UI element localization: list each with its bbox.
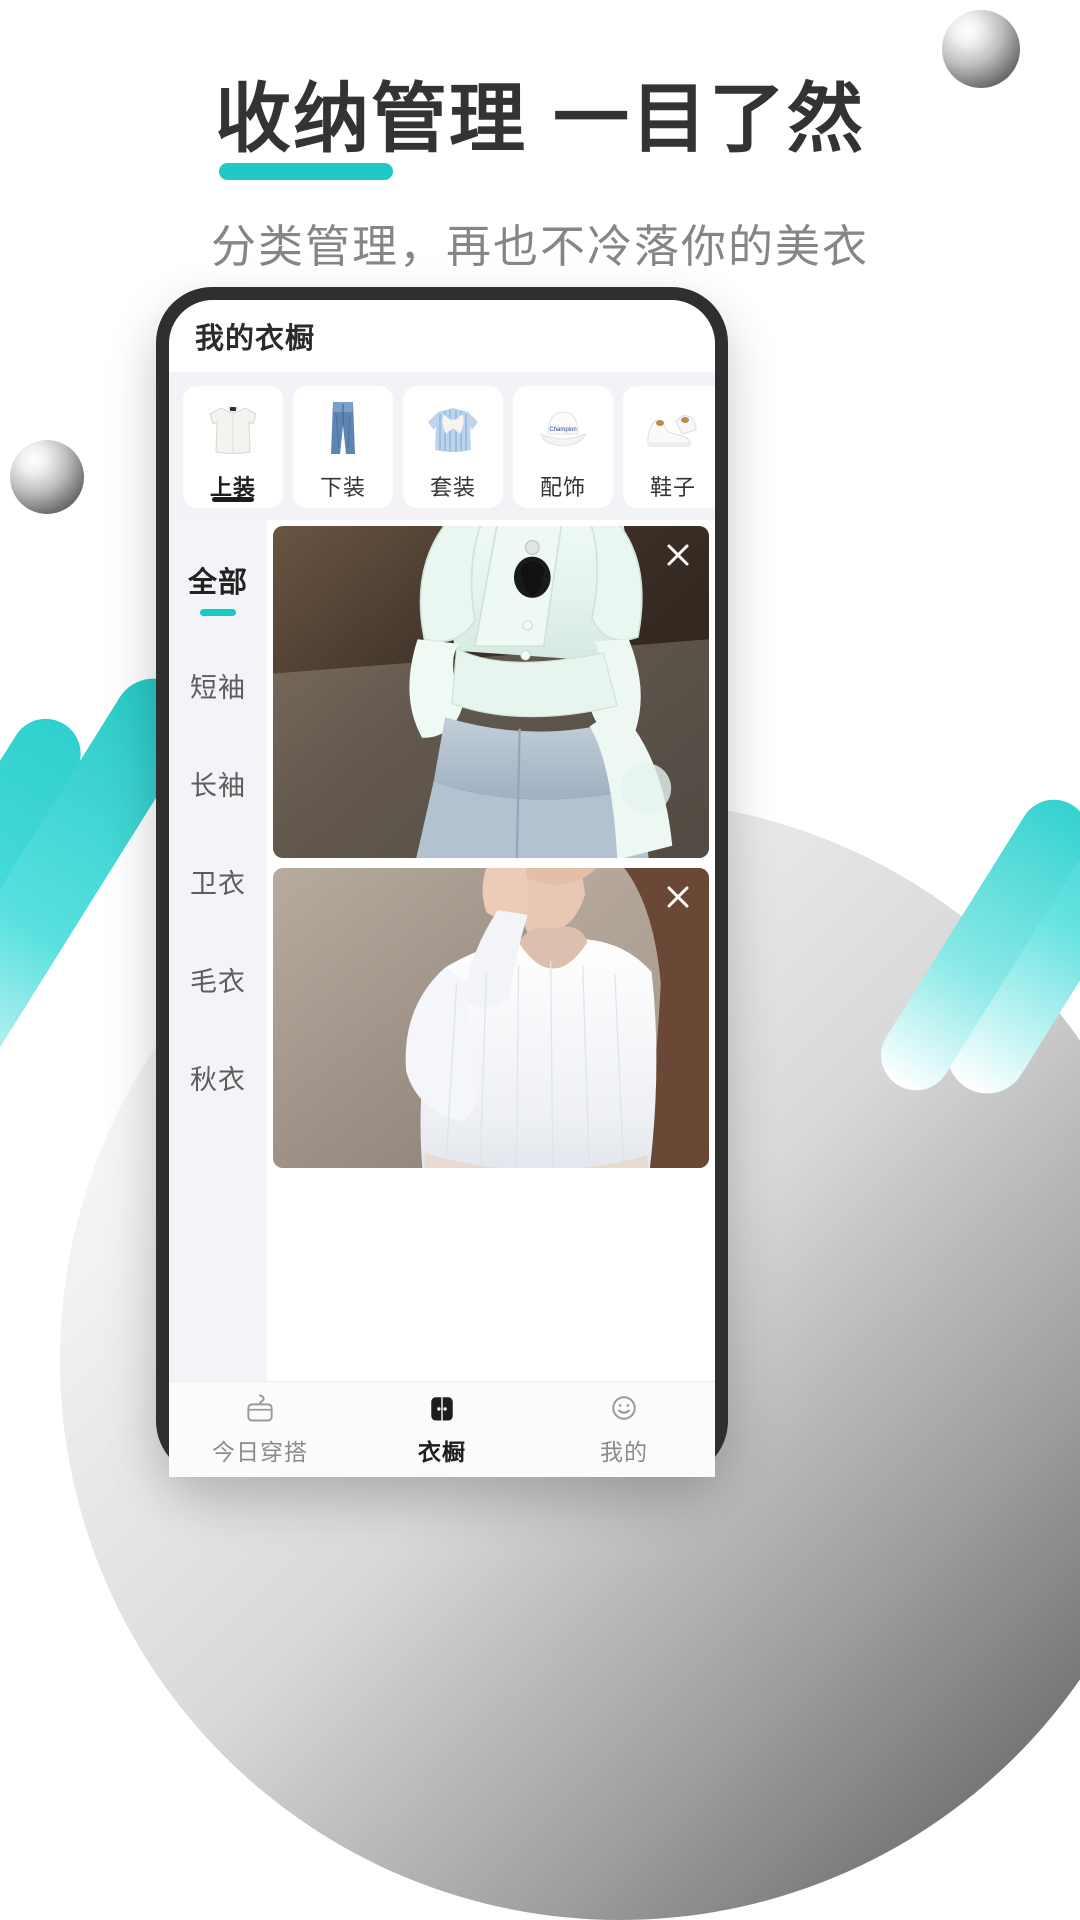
close-icon	[667, 544, 689, 566]
category-card-tops[interactable]: 上装	[183, 386, 283, 508]
sidebar-active-underline	[200, 608, 236, 616]
striped-shirt-set-icon	[428, 408, 478, 452]
white-shirt-icon	[209, 406, 257, 454]
sidebar-item-label: 全部	[187, 566, 248, 599]
smiley-face-icon	[605, 1389, 643, 1427]
category-active-underline	[212, 497, 254, 502]
svg-text:Champion: Champion	[549, 427, 576, 433]
sidebar-item-label: 毛衣	[190, 966, 246, 997]
tab-label: 我的	[599, 1438, 648, 1465]
wardrobe-body: 全部 短袖 长袖 卫衣 毛衣 秋衣	[169, 520, 715, 1381]
sidebar-item-thermal[interactable]: 秋衣	[169, 1028, 267, 1126]
bottom-tab-bar[interactable]: 今日穿搭 衣橱 我的	[169, 1381, 715, 1477]
hanger-icon	[241, 1389, 279, 1427]
category-label: 鞋子	[649, 475, 696, 500]
subcategory-sidebar[interactable]: 全部 短袖 长袖 卫衣 毛衣 秋衣	[169, 520, 267, 1381]
phone-mockup-frame: 我的衣橱 上装 下装 套装 Champion 配饰 鞋子 全部 短袖 长袖 卫衣…	[156, 287, 728, 1477]
decorative-sphere-left	[10, 440, 84, 514]
sidebar-item-label: 长袖	[190, 770, 246, 801]
page-title: 我的衣橱	[195, 323, 316, 355]
sidebar-item-short-sleeve[interactable]: 短袖	[169, 636, 267, 734]
remove-item-button[interactable]	[661, 880, 695, 914]
close-icon	[667, 886, 689, 908]
headline-main-text: 收纳管理	[215, 77, 527, 162]
promo-subtitle: 分类管理，再也不冷落你的美衣	[210, 221, 869, 272]
list-item[interactable]	[273, 868, 709, 1168]
category-card-sets[interactable]: 套装	[403, 386, 503, 508]
clothing-photo-ruffle-blouse	[273, 526, 709, 858]
sidebar-item-long-sleeve[interactable]: 长袖	[169, 734, 267, 832]
sidebar-item-label: 秋衣	[190, 1064, 246, 1095]
category-label: 配饰	[539, 475, 586, 500]
category-card-accessories[interactable]: Champion 配饰	[513, 386, 613, 508]
promo-text-block: 收纳管理 一目了然 分类管理，再也不冷落你的美衣	[0, 0, 1080, 275]
sidebar-item-sweater[interactable]: 毛衣	[169, 930, 267, 1028]
tab-today-outfit[interactable]: 今日穿搭	[170, 1389, 350, 1467]
sidebar-item-label: 卫衣	[190, 868, 246, 899]
list-item[interactable]	[273, 526, 709, 858]
clothing-photo-knit-top	[273, 868, 709, 1168]
blue-jeans-icon	[331, 402, 355, 454]
sidebar-item-hoodie[interactable]: 卫衣	[169, 832, 267, 930]
headline-rest-text: 一目了然	[553, 77, 865, 162]
sidebar-item-all[interactable]: 全部	[169, 538, 267, 636]
category-card-bottoms[interactable]: 下装	[293, 386, 393, 508]
promo-headline: 收纳管理 一目了然	[215, 0, 865, 180]
tab-mine[interactable]: 我的	[534, 1389, 714, 1467]
headline-highlighted-part: 收纳管理	[215, 82, 527, 180]
category-label: 下装	[319, 475, 366, 500]
sidebar-item-label: 短袖	[190, 672, 246, 703]
category-strip[interactable]: 上装 下装 套装 Champion 配饰 鞋子	[169, 372, 715, 520]
category-card-shoes[interactable]: 鞋子	[623, 386, 715, 508]
app-header: 我的衣橱	[169, 300, 715, 372]
remove-item-button[interactable]	[661, 538, 695, 572]
tab-label: 衣橱	[417, 1438, 466, 1465]
headline-accent-underline	[219, 163, 393, 180]
clothing-item-list[interactable]	[267, 520, 715, 1381]
category-label: 套装	[429, 475, 476, 500]
tab-label: 今日穿搭	[211, 1438, 308, 1465]
bucket-hat-icon: Champion	[540, 411, 586, 447]
tab-wardrobe[interactable]: 衣橱	[352, 1389, 532, 1467]
phone-screen: 我的衣橱 上装 下装 套装 Champion 配饰 鞋子 全部 短袖 长袖 卫衣…	[169, 300, 715, 1477]
white-sneakers-icon	[647, 415, 697, 447]
wardrobe-icon	[423, 1389, 461, 1427]
